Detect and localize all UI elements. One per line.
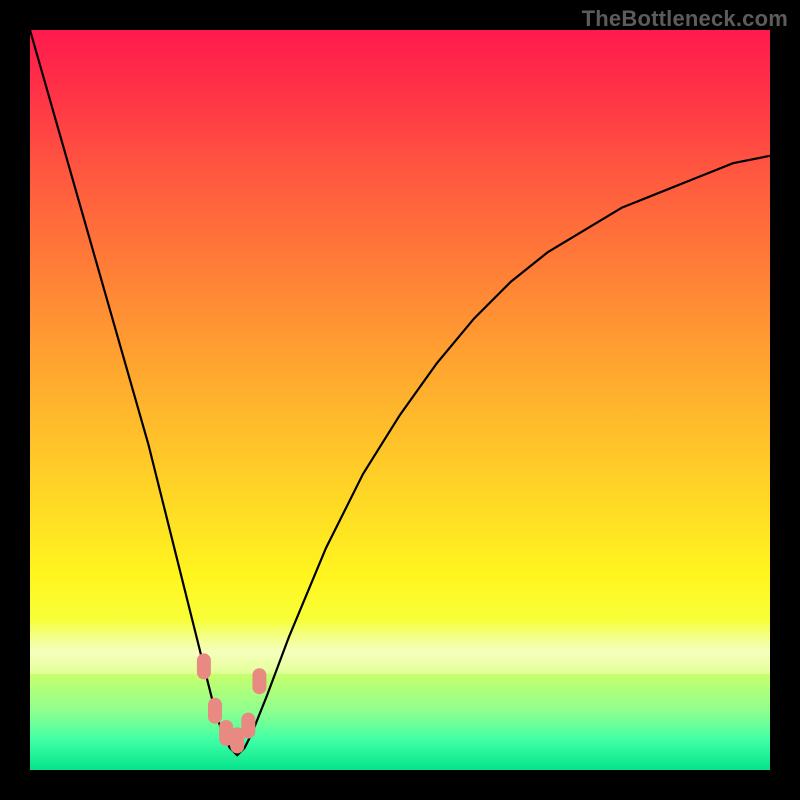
curve-marker xyxy=(208,698,222,724)
bottleneck-curve xyxy=(30,30,770,755)
marker-group xyxy=(197,653,267,753)
curve-marker xyxy=(252,668,266,694)
watermark-text: TheBottleneck.com xyxy=(582,6,788,32)
curve-layer xyxy=(30,30,770,770)
curve-marker xyxy=(241,713,255,739)
plot-area xyxy=(30,30,770,770)
chart-frame: TheBottleneck.com xyxy=(0,0,800,800)
curve-marker xyxy=(197,653,211,679)
